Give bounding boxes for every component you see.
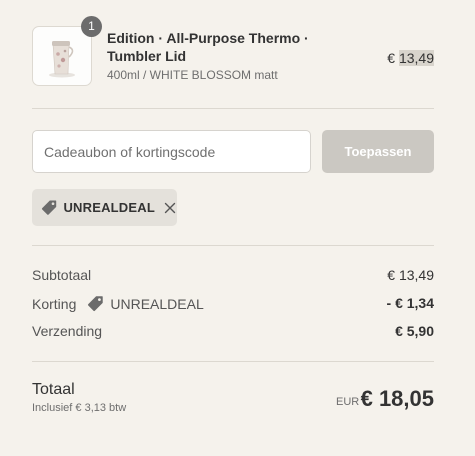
applied-discount-code: UNREALDEAL xyxy=(63,200,155,215)
subtotal-label: Subtotaal xyxy=(32,267,92,283)
subtotal-row: Subtotaal € 13,49 xyxy=(32,267,434,287)
divider xyxy=(32,245,434,246)
total-label: Totaal xyxy=(32,381,75,398)
discount-code-label: UNREALDEAL xyxy=(110,295,204,312)
discount-label: Korting xyxy=(32,295,77,312)
currency-code: EUR xyxy=(336,396,360,408)
tax-note: Inclusief € 3,13 btw xyxy=(32,402,127,414)
discount-row: Korting UNREALDEAL - € 1,34 xyxy=(32,295,434,315)
remove-discount-button[interactable] xyxy=(163,201,177,215)
tag-icon xyxy=(41,200,57,215)
product-thumbnail xyxy=(32,26,92,86)
discount-code-input[interactable] xyxy=(32,130,311,173)
divider xyxy=(32,108,434,109)
discount-value: - € 1,34 xyxy=(386,295,434,311)
divider xyxy=(32,361,434,362)
apply-discount-button[interactable]: Toepassen xyxy=(322,130,434,173)
applied-discount-chip: UNREALDEAL xyxy=(32,189,177,226)
tumbler-image xyxy=(49,41,75,78)
discount-row-label: Korting UNREALDEAL xyxy=(32,295,204,312)
tag-icon xyxy=(87,295,104,312)
price-amount: 13,49 xyxy=(398,50,434,66)
quantity-badge: 1 xyxy=(81,16,102,37)
shipping-value: € 5,90 xyxy=(395,323,434,339)
subtotal-value: € 13,49 xyxy=(387,267,434,283)
price-currency: € xyxy=(387,50,399,66)
shipping-row: Verzending € 5,90 xyxy=(32,323,434,343)
product-price: € 13,49 xyxy=(387,50,434,66)
shipping-label: Verzending xyxy=(32,323,103,339)
product-name: Edition · All-Purpose Thermo · Tumbler L… xyxy=(107,30,309,64)
cart-line-item: 1 Edition · All-Purpose Thermo · Tumbler… xyxy=(32,16,434,88)
grand-total: € 18,05 xyxy=(360,386,434,411)
product-variant: 400ml / WHITE BLOSSOM matt xyxy=(107,68,278,82)
close-icon xyxy=(164,202,176,213)
